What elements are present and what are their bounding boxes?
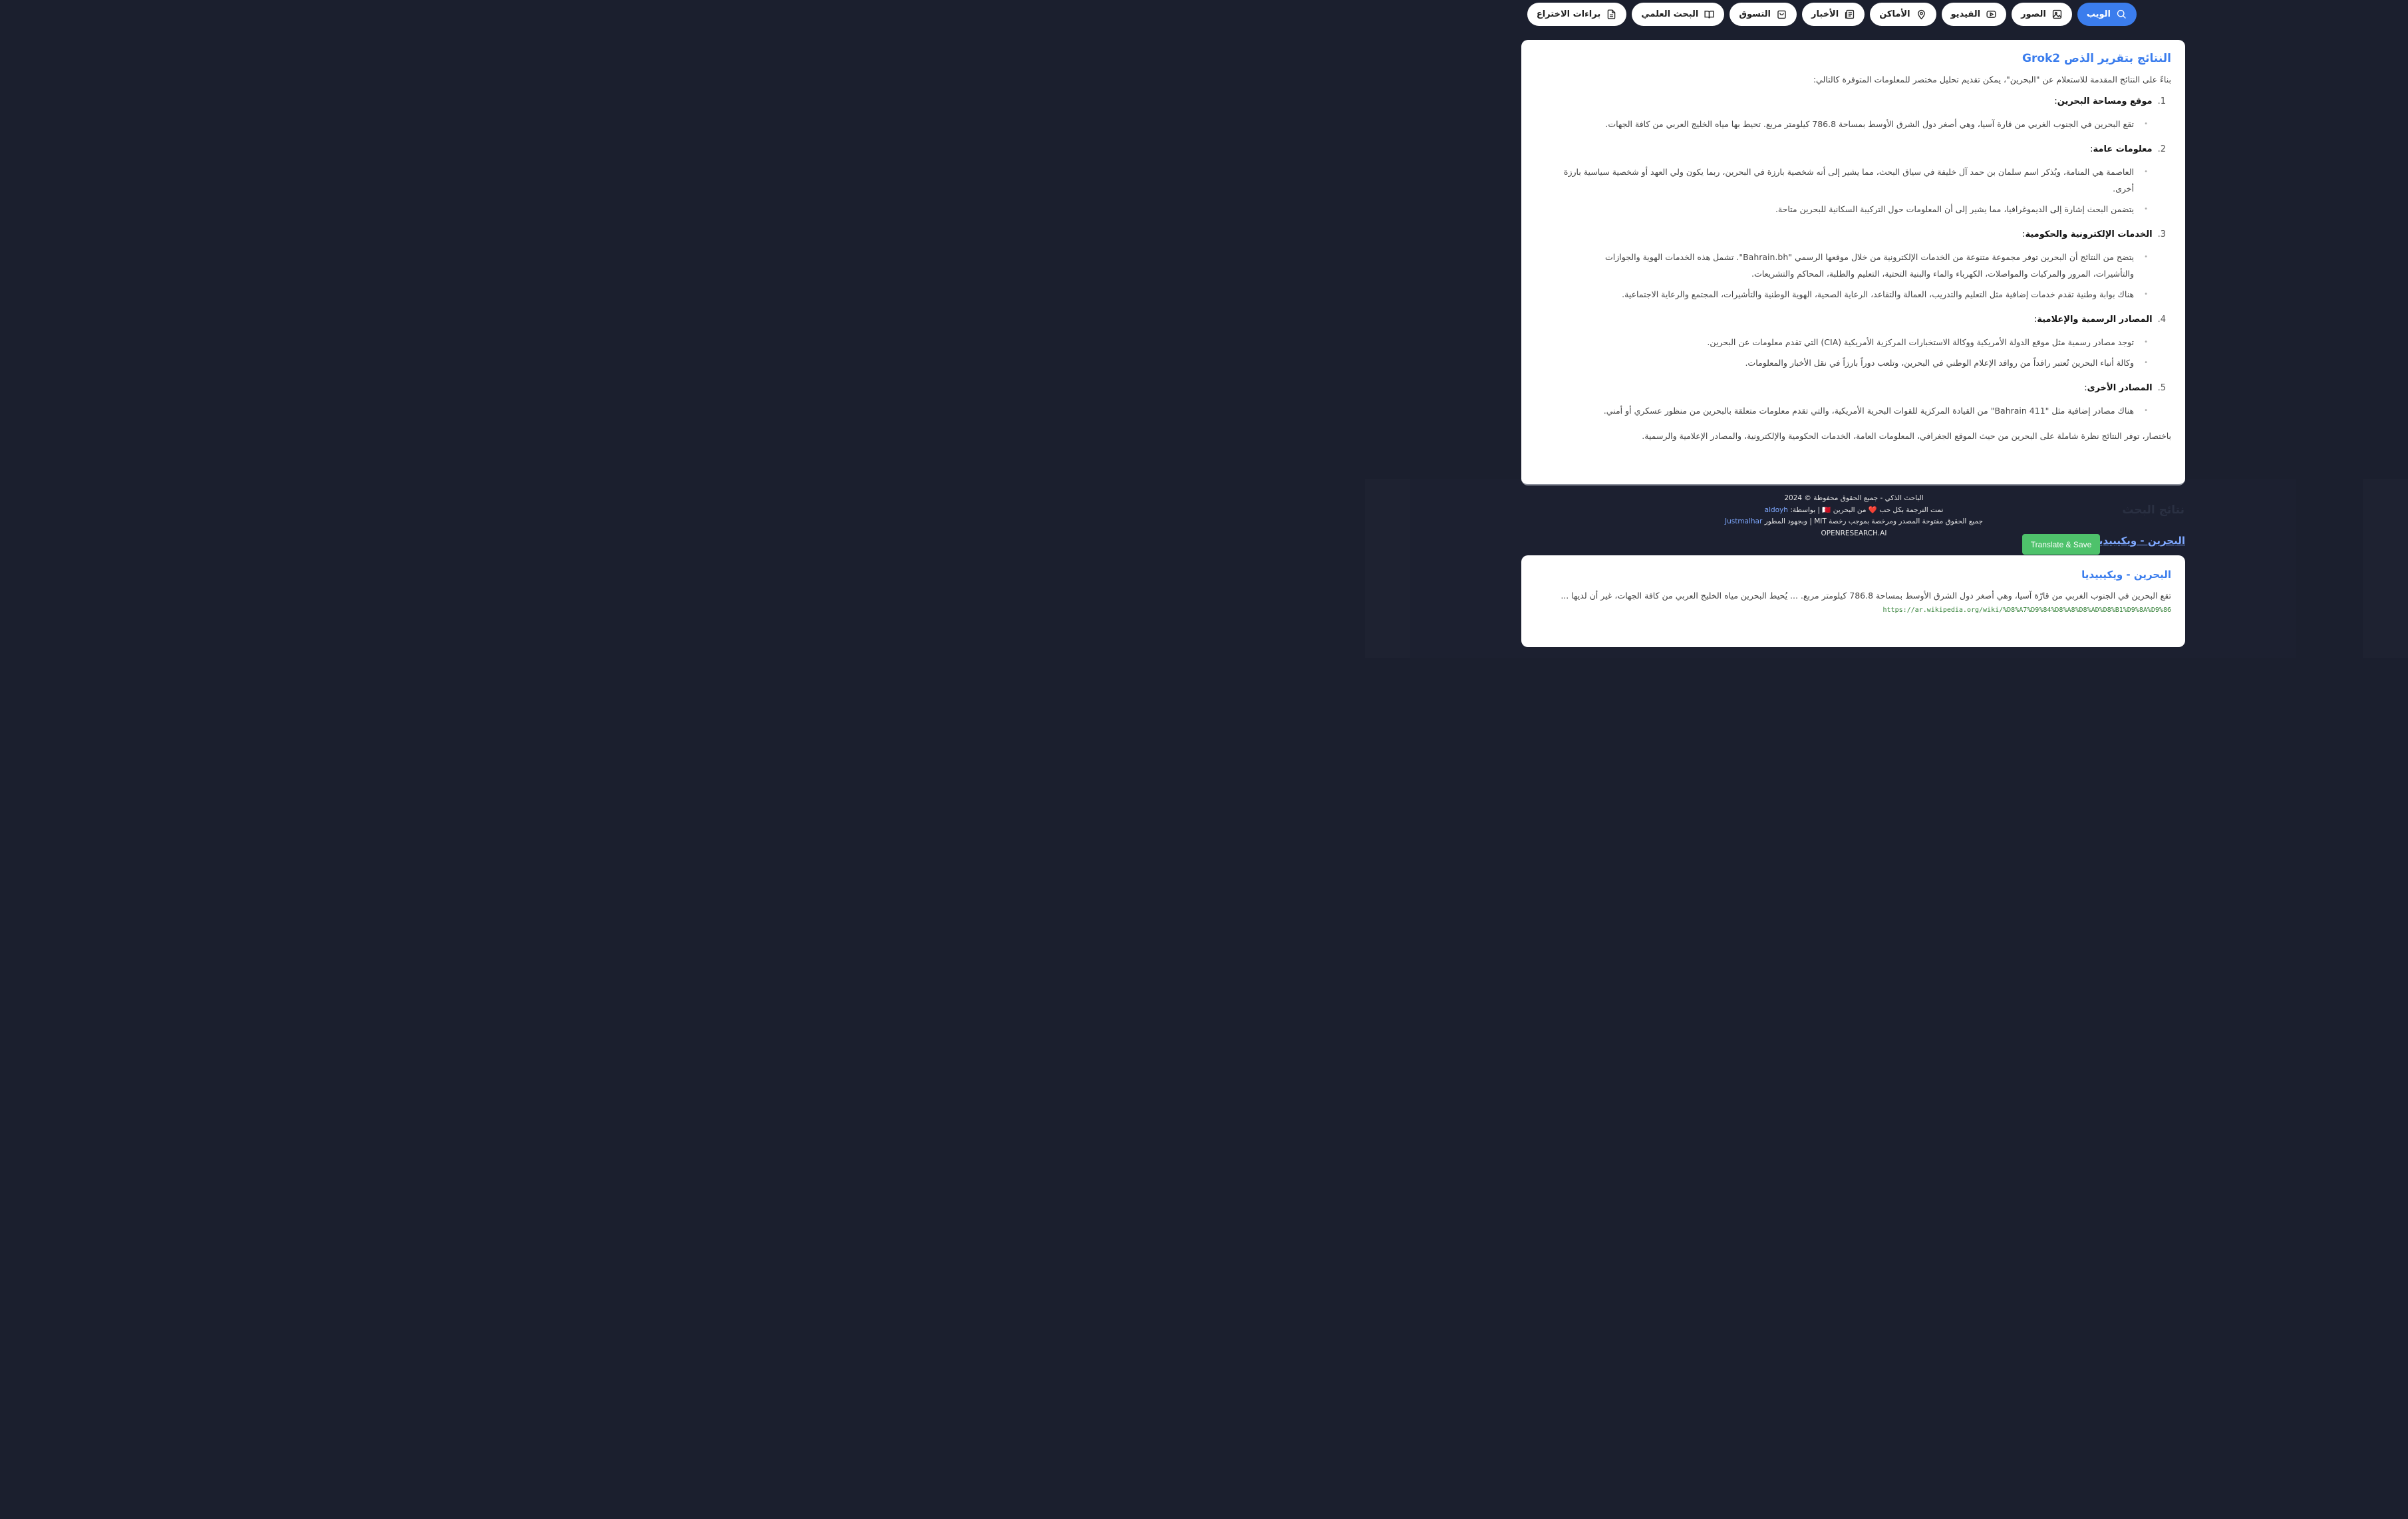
section-title: موقع ومساحة البحرين: [2057, 96, 2153, 106]
location-pin-icon: [1917, 9, 1925, 20]
report-intro: بناءً على النتائج المقدمة للاستعلام عن "…: [1813, 74, 2171, 84]
copyright-line: الباحث الذكي - جميع الحقوق محفوظة © 2024: [1784, 494, 1924, 502]
section-number: 3.: [2157, 229, 2166, 239]
translate-save-button[interactable]: Translate & Save: [2022, 534, 2100, 555]
report-section-heading: 3. الخدمات الإلكترونية والحكومية:: [2022, 229, 2166, 239]
section-number: 1.: [2157, 96, 2166, 106]
video-icon: [1986, 11, 1996, 18]
tab-web[interactable]: الويب: [2077, 3, 2137, 26]
report-title: النتائج بتقرير الذص Grok2: [2022, 52, 2171, 65]
tab-places[interactable]: الأماكن: [1870, 3, 1936, 26]
license-line: جميع الحقوق مفتوحة المصدر ومرخصة بموجب ر…: [1658, 516, 2050, 528]
bullet-item: يتضمن البحث إشارة إلى الديموغرافيا، مما …: [1562, 201, 2148, 217]
section-bullets: هناك مصادر إضافية مثل "Bahrain 411" من ا…: [1535, 402, 2171, 419]
bullet-item: العاصمة هي المنامة، ويُذكر اسم سلمان بن …: [1562, 164, 2148, 197]
tab-label: الفيديو: [1950, 9, 1981, 19]
shopping-bag-icon: [1777, 10, 1786, 19]
report-summary: باختصار، توفر النتائج نظرة شاملة على الب…: [1642, 431, 2171, 441]
translator-link[interactable]: aldoyh: [1765, 506, 1788, 514]
book-icon: [1704, 11, 1714, 19]
developer-link[interactable]: Justmalhar: [1725, 517, 1762, 525]
search-result-card[interactable]: البحرين - ويكيبيديا تقع البحرين في الجنو…: [1521, 555, 2185, 647]
report-section-heading: 1. موقع ومساحة البحرين:: [2054, 96, 2166, 106]
bullet-item: توجد مصادر رسمية مثل موقع الدولة الأمريك…: [1562, 334, 2148, 350]
report-section-heading: 5. المصادر الأخرى:: [2084, 383, 2166, 393]
report-section-heading: 2. معلومات عامة:: [2090, 144, 2166, 154]
tab-video[interactable]: الفيديو: [1941, 3, 2007, 26]
license-text: جميع الحقوق مفتوحة المصدر ومرخصة بموجب ر…: [1764, 517, 1984, 525]
section-bullets: توجد مصادر رسمية مثل موقع الدولة الأمريك…: [1535, 334, 2171, 371]
tab-patents[interactable]: براءات الاختراع: [1527, 3, 1627, 26]
tab-label: الصور: [2021, 9, 2046, 19]
bullet-item: يتضح من النتائج أن البحرين توفر مجموعة م…: [1562, 249, 2148, 282]
bullet-item: هناك مصادر إضافية مثل "Bahrain 411" من ا…: [1562, 402, 2148, 419]
translation-credit-line: تمت الترجمة بكل حب ❤️ من البحرين 🇧🇭 | بو…: [1658, 505, 2050, 517]
site-footer: الباحث الذكي - جميع الحقوق محفوظة © 2024…: [1658, 493, 2050, 539]
result-title-link[interactable]: البحرين - ويكيبيديا: [2095, 535, 2185, 547]
section-number: 5.: [2157, 383, 2166, 393]
tab-label: براءات الاختراع: [1536, 9, 1601, 19]
tab-label: الويب: [2086, 9, 2111, 19]
section-title: معلومات عامة: [2093, 144, 2153, 154]
translation-credit-text: تمت الترجمة بكل حب ❤️ من البحرين 🇧🇭 | بو…: [1790, 505, 1944, 514]
search-results-heading: نتائج البحث: [2122, 503, 2184, 517]
left-shade: [1365, 479, 1410, 658]
tab-label: الأخبار: [1811, 9, 1839, 19]
section-title: المصادر الرسمية والإعلامية: [2037, 315, 2153, 325]
section-number: 2.: [2157, 144, 2166, 154]
tab-label: البحث العلمي: [1641, 9, 1699, 19]
bullet-item: هناك بوابة وطنية تقدم خدمات إضافية مثل ا…: [1562, 286, 2148, 303]
tab-label: التسوق: [1739, 9, 1771, 19]
section-title: المصادر الأخرى: [2087, 383, 2153, 393]
brand-line: OPENRESEARCH.AI: [1821, 529, 1887, 537]
section-bullets: العاصمة هي المنامة، ويُذكر اسم سلمان بن …: [1535, 164, 2171, 217]
image-icon: [2052, 9, 2061, 19]
section-number: 4.: [2157, 315, 2166, 325]
report-card: النتائج بتقرير الذص Grok2 بناءً على النت…: [1521, 40, 2185, 485]
report-section-heading: 4. المصادر الرسمية والإعلامية:: [2033, 315, 2166, 325]
section-title: الخدمات الإلكترونية والحكومية: [2025, 229, 2153, 239]
page: الويب الصور الفيديو الأماكن الأخبار التس…: [1365, 0, 2408, 658]
bullet-item: وكالة أنباء البحرين تُعتبر رافداً من روا…: [1562, 354, 2148, 371]
result-snippet: تقع البحرين في الجنوب الغربي من قارّة آس…: [1561, 591, 2171, 601]
tab-shopping[interactable]: التسوق: [1730, 3, 1797, 26]
result-url[interactable]: https://ar.wikipedia.org/wiki/%D8%A7%D9%…: [1535, 607, 2171, 614]
section-bullets: تقع البحرين في الجنوب الغربي من قارة آسي…: [1535, 116, 2171, 132]
result-card-title[interactable]: البحرين - ويكيبيديا: [1535, 569, 2171, 581]
tab-images[interactable]: الصور: [2012, 3, 2072, 26]
document-icon: [1607, 9, 1616, 19]
right-shade: [2363, 479, 2408, 658]
search-type-tabs: الويب الصور الفيديو الأماكن الأخبار التس…: [1527, 3, 2137, 27]
search-icon: [2117, 9, 2126, 19]
bullet-item: تقع البحرين في الجنوب الغربي من قارة آسي…: [1562, 116, 2148, 132]
section-bullets: يتضح من النتائج أن البحرين توفر مجموعة م…: [1535, 249, 2171, 303]
tab-news[interactable]: الأخبار: [1802, 3, 1865, 26]
tab-label: الأماكن: [1879, 9, 1910, 19]
newspaper-icon: [1845, 9, 1855, 19]
tab-scholar[interactable]: البحث العلمي: [1632, 3, 1725, 26]
